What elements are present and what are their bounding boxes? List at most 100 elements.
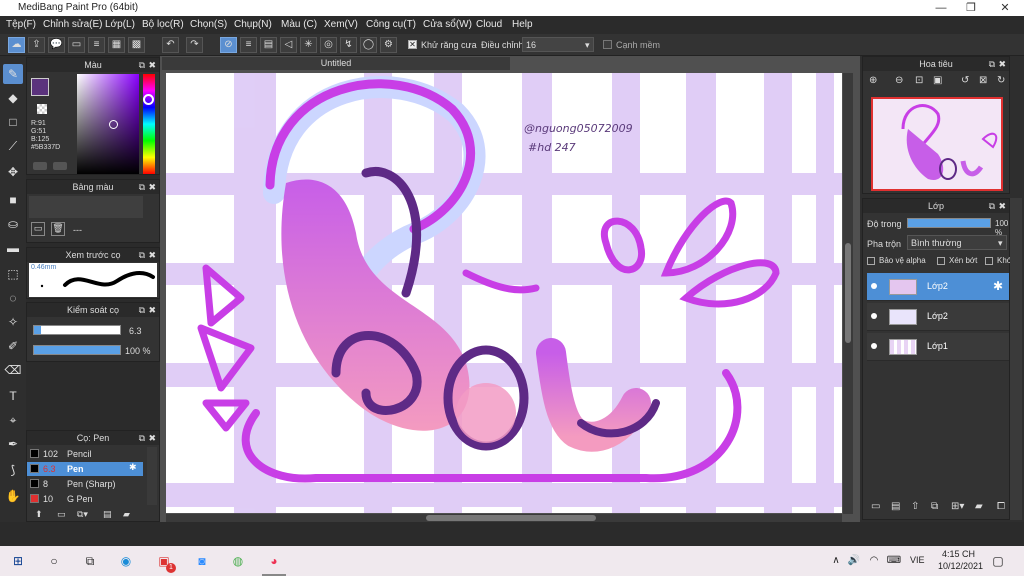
layer-opacity-slider[interactable] (907, 218, 991, 228)
eyedropper-icon[interactable]: ✒ (3, 434, 23, 454)
zoom-out-icon[interactable]: ⊖ (895, 75, 903, 86)
brush-item-pen[interactable]: 6.3 Pen ✱ (27, 462, 143, 476)
blend-mode-select[interactable]: Bình thường ▾ (907, 235, 1007, 250)
bucket-tool-icon[interactable]: ⛀ (3, 214, 23, 234)
transparent-swatch[interactable] (37, 104, 47, 114)
eraser-tool-icon[interactable]: ◆ (3, 88, 23, 108)
palette-area[interactable] (29, 196, 143, 218)
minimize-button[interactable]: — (926, 0, 956, 16)
close-icon[interactable]: ✖ (148, 58, 156, 72)
layer-scrollbar[interactable] (1010, 198, 1022, 520)
curve-snap-icon[interactable]: ↯ (340, 37, 357, 53)
ellipse-snap-icon[interactable]: ◯ (360, 37, 377, 53)
popout-icon[interactable]: ⧉ (139, 303, 145, 317)
horizontal-scrollbar[interactable] (166, 514, 842, 522)
menu-filter[interactable]: Bộ lọc(R) (142, 19, 184, 30)
brush-size-slider[interactable] (33, 325, 121, 335)
restore-button[interactable]: ❐ (956, 0, 986, 16)
divide-tool-icon[interactable]: ⟆ (3, 460, 23, 480)
layer-row[interactable]: Lớp1 (867, 333, 1009, 361)
select-tool-icon[interactable]: ⬚ (3, 264, 23, 284)
vertical-scrollbar[interactable] (843, 73, 853, 514)
brush-item-pencil[interactable]: 102 Pencil (27, 447, 143, 461)
vertical-scroll-thumb[interactable] (845, 243, 851, 343)
comment-icon[interactable]: 💬 (48, 37, 65, 53)
merge-layer-icon[interactable]: ⊞▾ (951, 501, 964, 512)
edge-icon[interactable]: ◉ (118, 553, 134, 569)
lasso-tool-icon[interactable]: ◌ (3, 288, 23, 308)
coccoc-icon[interactable]: ◍ (230, 553, 246, 569)
saturation-value-picker[interactable] (77, 74, 139, 174)
fit-icon[interactable]: ⊡ (915, 75, 923, 86)
share-icon[interactable]: ⇪ (28, 37, 45, 53)
new-halftone-layer-icon[interactable]: ▤ (891, 501, 900, 512)
brush-list-scrollbar[interactable] (147, 447, 157, 505)
zoom-in-icon[interactable]: ⊕ (869, 75, 877, 86)
redo-icon[interactable]: ↷ (186, 37, 203, 53)
menu-help[interactable]: Help (512, 19, 533, 30)
color-mode-button[interactable] (33, 162, 47, 170)
edge-checkbox[interactable] (603, 40, 612, 49)
clock-time[interactable]: 4:15 CH (942, 549, 975, 559)
gear-icon[interactable]: ✱ (129, 462, 137, 473)
grid-icon[interactable]: ▩ (128, 37, 145, 53)
popout-icon[interactable]: ⧉ (139, 180, 145, 194)
visibility-icon[interactable] (871, 313, 877, 319)
menu-tools[interactable]: Công cụ(T) (366, 19, 416, 30)
popout-icon[interactable]: ⧉ (139, 248, 145, 262)
brush-item-pen-sharp[interactable]: 8 Pen (Sharp) (27, 477, 143, 491)
radial-snap-icon[interactable]: ✳ (300, 37, 317, 53)
close-icon[interactable]: ✖ (148, 248, 156, 262)
visibility-icon[interactable] (871, 343, 877, 349)
gradient-tool-icon[interactable]: ▬ (3, 238, 23, 258)
delete-layer-icon[interactable]: ⧠ (997, 501, 1005, 512)
snap-off-icon[interactable]: ⊘ (220, 37, 237, 53)
menu-edit[interactable]: Chỉnh sửa(E) (43, 19, 103, 30)
notification-center-icon[interactable]: ▢ (990, 553, 1006, 569)
keyboard-icon[interactable]: ⌨ (886, 553, 902, 569)
popout-icon[interactable]: ⧉ (139, 431, 145, 445)
panel-icon[interactable]: ▦ (108, 37, 125, 53)
close-icon[interactable]: ✖ (148, 180, 156, 194)
antialias-checkbox[interactable]: ✕ (408, 40, 417, 49)
folder-icon[interactable]: ▰ (975, 501, 983, 512)
circle-snap-icon[interactable]: ◎ (320, 37, 337, 53)
rectangle-tool-icon[interactable]: □ (3, 112, 23, 132)
brush-item-g-pen[interactable]: 10 G Pen (27, 492, 143, 506)
popout-icon[interactable]: ⧉ (139, 58, 145, 72)
undo-icon[interactable]: ↶ (162, 37, 179, 53)
close-button[interactable]: ✕ (990, 0, 1020, 16)
hue-handle[interactable] (143, 94, 154, 105)
menu-layer[interactable]: Lớp(L) (105, 19, 135, 30)
new-layer-icon[interactable]: ▭ (871, 501, 880, 512)
copy-layer-icon[interactable]: ⧉ (931, 501, 938, 512)
popout-icon[interactable]: ⧉ (989, 199, 995, 213)
text-tool-icon[interactable]: T (3, 386, 23, 406)
visibility-icon[interactable] (871, 283, 877, 289)
select-eraser-icon[interactable]: ⌫ (3, 360, 23, 380)
drawing-canvas[interactable]: @nguong05072009 #hd 247 (166, 73, 842, 513)
close-icon[interactable]: ✖ (148, 303, 156, 317)
primary-color-swatch[interactable] (31, 78, 49, 96)
canvas-tab[interactable]: Untitled (162, 57, 510, 70)
chrome-icon[interactable]: ◕ (266, 553, 282, 569)
brush-opacity-slider[interactable] (33, 345, 121, 355)
add-brush-icon[interactable]: ⬆ (35, 509, 43, 520)
hue-slider[interactable] (143, 74, 155, 174)
menu-snap[interactable]: Chụp(N) (234, 19, 272, 30)
copy-brush-icon[interactable]: ⧉▾ (77, 509, 88, 520)
rotate-right-icon[interactable]: ↻ (997, 75, 1005, 86)
add-palette-icon[interactable]: ▭ (31, 222, 45, 236)
dot-tool-icon[interactable]: ⟋ (3, 136, 23, 156)
folder-icon[interactable]: ▰ (123, 509, 130, 520)
menu-color[interactable]: Màu (C) (281, 19, 317, 30)
windows-start-icon[interactable]: ⊞ (10, 553, 26, 569)
hand-tool-icon[interactable]: ✋ (3, 486, 23, 506)
brush-settings-icon[interactable]: ▤ (103, 509, 112, 520)
menu-cloud[interactable]: Cloud (476, 19, 502, 30)
wifi-icon[interactable]: ◠ (866, 553, 882, 569)
language-indicator[interactable]: VIE (910, 555, 925, 565)
close-icon[interactable]: ✖ (148, 431, 156, 445)
menu-select[interactable]: Chọn(S) (190, 19, 227, 30)
brush-tool-icon[interactable]: ✎ (3, 64, 23, 84)
